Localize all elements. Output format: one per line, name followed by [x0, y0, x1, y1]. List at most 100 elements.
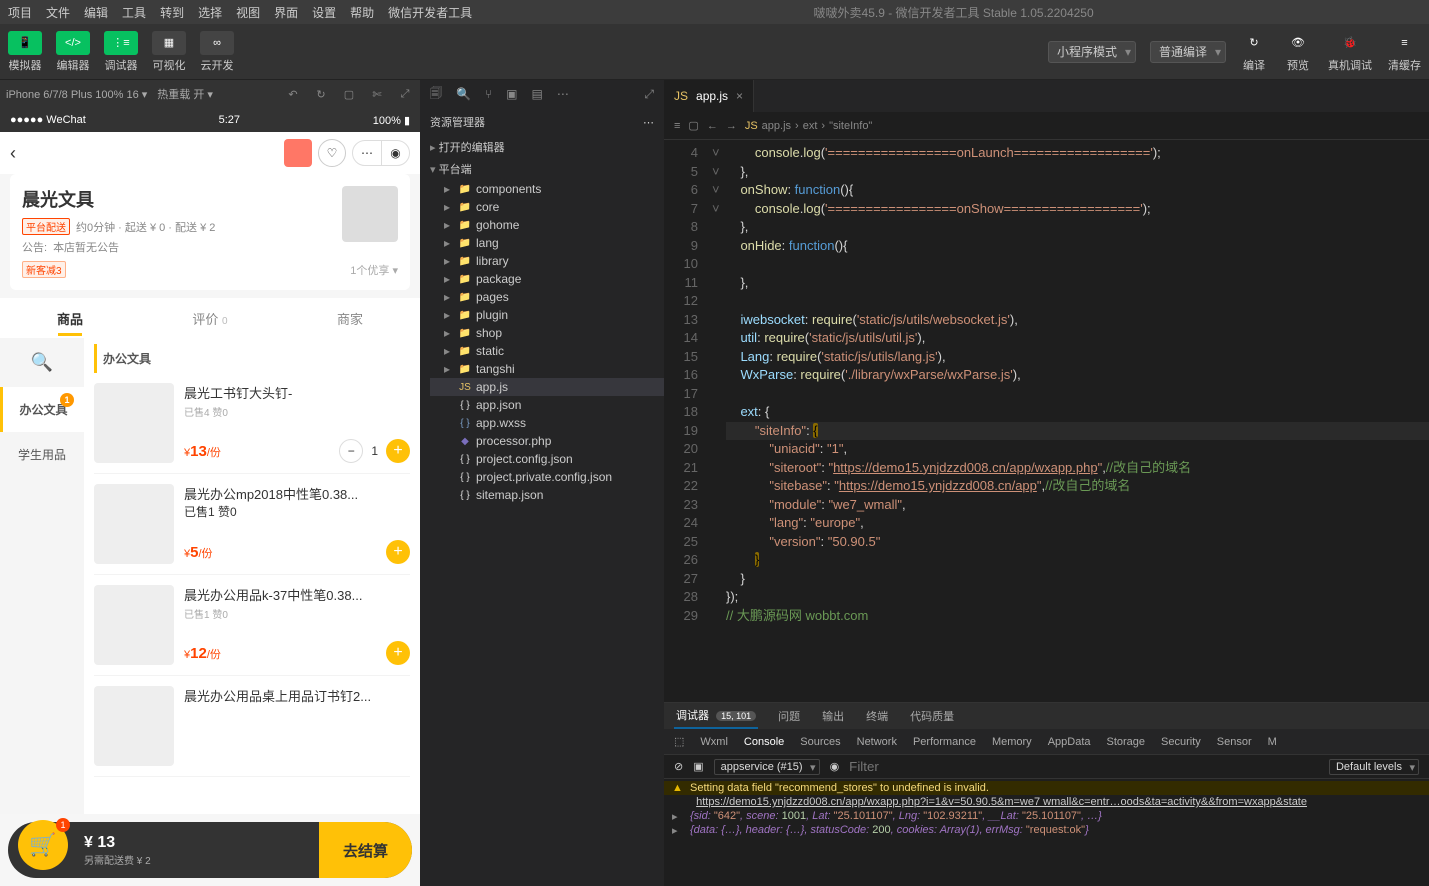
tree-folder[interactable]: 📁plugin [430, 306, 664, 324]
menu-item[interactable]: 转到 [160, 4, 184, 21]
tree-file[interactable]: { }project.config.json [430, 450, 664, 468]
sim-cut-icon[interactable]: ✄ [368, 85, 386, 103]
menu-item[interactable]: 文件 [46, 4, 70, 21]
debugger-toggle[interactable]: ⋮≡调试器 [104, 31, 138, 73]
product-item[interactable]: 晨光办公mp2018中性笔0.38... 已售1 赞0 ¥5/份 + [94, 474, 410, 575]
close-icon[interactable]: × [736, 89, 743, 103]
compile-button[interactable]: ↻编译 [1240, 31, 1268, 73]
log-object[interactable]: {data: {…}, header: {…}, statusCode: 200… [664, 823, 1429, 837]
console-log[interactable]: Setting data field "recommend_stores" to… [664, 779, 1429, 886]
favorite-button[interactable]: ♡ [318, 139, 346, 167]
menu-item[interactable]: 界面 [274, 4, 298, 21]
breadcrumb[interactable]: JS app.js › ext › "siteInfo" [745, 120, 873, 132]
box-icon[interactable]: ▢ [688, 119, 698, 132]
tree-folder[interactable]: 📁shop [430, 324, 664, 342]
menu-item[interactable]: 工具 [122, 4, 146, 21]
tree-folder[interactable]: 📁package [430, 270, 664, 288]
search-icon[interactable]: 🔍 [456, 87, 471, 101]
opened-editors-section[interactable]: 打开的编辑器 [420, 136, 664, 158]
product-item[interactable]: 晨光办公用品k-37中性笔0.38... 已售1 赞0 ¥12/份 + [94, 575, 410, 676]
compile-dropdown[interactable]: 普通编译 [1150, 41, 1226, 63]
tab-debugger[interactable]: 调试器 15, 101 [674, 703, 758, 729]
cart-icon[interactable]: 🛒1 [18, 820, 68, 870]
filter-input[interactable] [849, 759, 1319, 774]
dt-storage[interactable]: Storage [1107, 736, 1146, 748]
more-icon[interactable]: ⋯ [557, 87, 569, 101]
tab-output[interactable]: 输出 [820, 704, 846, 728]
tree-folder[interactable]: 📁tangshi [430, 360, 664, 378]
tab-merchant[interactable]: 商家 [280, 309, 420, 328]
tab-reviews[interactable]: 评价 0 [140, 309, 280, 328]
cloud-dev-toggle[interactable]: ∞云开发 [200, 31, 234, 73]
plus-button[interactable]: + [386, 439, 410, 463]
menu-item[interactable]: 微信开发者工具 [388, 4, 472, 21]
tree-folder[interactable]: 📁static [430, 342, 664, 360]
list-icon[interactable]: ≡ [674, 120, 680, 132]
ext-icon[interactable]: ▤ [532, 87, 543, 101]
plus-button[interactable]: + [386, 540, 410, 564]
arrow-back-icon[interactable]: ← [707, 120, 718, 132]
files-icon[interactable]: 🗐 [430, 84, 442, 105]
sim-refresh-icon[interactable]: ↻ [312, 85, 330, 103]
eye-icon[interactable]: ◉ [830, 760, 840, 773]
dt-memory[interactable]: Memory [992, 736, 1032, 748]
hot-reload-toggle[interactable]: 热重载 开 ▾ [157, 86, 213, 102]
product-item[interactable]: 晨光工书钉大头钉- 已售4 赞0 ¥13/份 − 1 + [94, 373, 410, 474]
simulator-toggle[interactable]: 📱模拟器 [8, 31, 42, 73]
preview-button[interactable]: 👁预览 [1284, 31, 1312, 73]
dt-console[interactable]: Console [744, 736, 784, 748]
capsule-close-icon[interactable]: ◉ [381, 141, 409, 165]
plus-button[interactable]: + [386, 641, 410, 665]
tree-folder[interactable]: 📁library [430, 252, 664, 270]
product-item[interactable]: 晨光办公用品桌上用品订书钉2... [94, 676, 410, 777]
tree-folder[interactable]: 📁pages [430, 288, 664, 306]
tree-folder[interactable]: 📁lang [430, 234, 664, 252]
tree-folder[interactable]: 📁core [430, 198, 664, 216]
sim-home-icon[interactable]: ▢ [340, 85, 358, 103]
dt-sensor[interactable]: Sensor [1217, 736, 1252, 748]
editor-tab[interactable]: JS app.js × [664, 80, 754, 112]
tab-problems[interactable]: 问题 [776, 704, 802, 728]
dt-performance[interactable]: Performance [913, 736, 976, 748]
back-icon[interactable]: ‹ [10, 143, 16, 164]
dt-security[interactable]: Security [1161, 736, 1201, 748]
levels-selector[interactable]: Default levels [1329, 759, 1419, 775]
tree-folder[interactable]: 📁gohome [430, 216, 664, 234]
device-selector[interactable]: iPhone 6/7/8 Plus 100% 16 [6, 88, 147, 101]
tree-file[interactable]: { }app.json [430, 396, 664, 414]
product-list[interactable]: 办公文具 晨光工书钉大头钉- 已售4 赞0 ¥13/份 − 1 + [84, 338, 420, 814]
dt-appdata[interactable]: AppData [1048, 736, 1091, 748]
category-item[interactable]: 办公文具1 [0, 387, 84, 432]
select-icon[interactable]: ⬚ [674, 735, 684, 748]
capsule-menu-icon[interactable]: ⋯ [353, 141, 381, 165]
menu-item[interactable]: 设置 [312, 4, 336, 21]
git-icon[interactable]: ⑂ [485, 87, 492, 101]
more-actions-icon[interactable]: ⋯ [643, 116, 654, 129]
tree-file[interactable]: { }project.private.config.json [430, 468, 664, 486]
tree-file[interactable]: JSapp.js [430, 378, 664, 396]
tab-codequality[interactable]: 代码质量 [908, 704, 956, 728]
clear-icon[interactable]: ⊘ [674, 760, 683, 773]
menu-item[interactable]: 帮助 [350, 4, 374, 21]
tab-products[interactable]: 商品 [0, 309, 140, 328]
component-icon[interactable]: ▣ [506, 87, 517, 101]
dt-wxml[interactable]: Wxml [700, 736, 728, 748]
dt-sources[interactable]: Sources [800, 736, 840, 748]
dt-network[interactable]: Network [857, 736, 897, 748]
category-item[interactable]: 学生用品 [0, 432, 84, 477]
editor-toggle[interactable]: </>编辑器 [56, 31, 90, 73]
sim-expand-icon[interactable]: ⤢ [396, 85, 414, 103]
log-object[interactable]: {sid: "642", scene: 1001, Lat: "25.10110… [664, 809, 1429, 823]
file-tree[interactable]: 📁components📁core📁gohome📁lang📁library📁pac… [420, 180, 664, 886]
tree-folder[interactable]: 📁components [430, 180, 664, 198]
remote-debug-button[interactable]: 🐞真机调试 [1328, 31, 1372, 73]
mode-dropdown[interactable]: 小程序模式 [1048, 41, 1136, 63]
project-root-section[interactable]: 平台端 [420, 158, 664, 180]
shop-avatar[interactable] [284, 139, 312, 167]
context-selector[interactable]: appservice (#15) [714, 759, 820, 775]
sim-back-icon[interactable]: ↶ [284, 85, 302, 103]
menu-item[interactable]: 视图 [236, 4, 260, 21]
menu-item[interactable]: 选择 [198, 4, 222, 21]
menu-item[interactable]: 编辑 [84, 4, 108, 21]
tree-file[interactable]: { }sitemap.json [430, 486, 664, 504]
